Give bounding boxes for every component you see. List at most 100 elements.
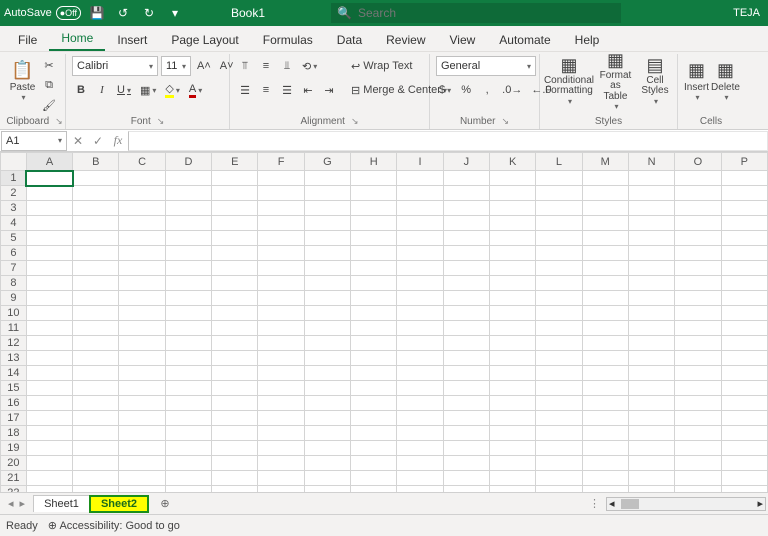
cell[interactable]	[536, 411, 582, 426]
hscroll-thumb[interactable]	[621, 499, 639, 509]
cell[interactable]	[304, 171, 350, 186]
tab-insert[interactable]: Insert	[105, 29, 159, 51]
cell[interactable]	[582, 291, 628, 306]
cell[interactable]	[536, 171, 582, 186]
cell[interactable]	[397, 396, 443, 411]
cell[interactable]	[536, 471, 582, 486]
cell[interactable]	[675, 426, 721, 441]
cell[interactable]	[304, 276, 350, 291]
sheet-nav-next-icon[interactable]: ▸	[20, 497, 26, 510]
cell[interactable]	[443, 336, 489, 351]
number-format-select[interactable]: General	[436, 56, 536, 76]
sheet-tab-1[interactable]: Sheet1	[33, 495, 90, 512]
comma-format-button[interactable]: ,	[478, 80, 496, 100]
cell[interactable]	[304, 411, 350, 426]
cell[interactable]	[443, 381, 489, 396]
cell[interactable]	[165, 441, 211, 456]
cell[interactable]	[443, 426, 489, 441]
cell[interactable]	[582, 396, 628, 411]
cell[interactable]	[258, 231, 304, 246]
user-name[interactable]: TEJA	[733, 7, 764, 19]
col-header[interactable]: I	[397, 153, 443, 171]
cell[interactable]	[26, 441, 72, 456]
col-header[interactable]: E	[212, 153, 258, 171]
row-header[interactable]: 12	[1, 336, 27, 351]
cell[interactable]	[397, 321, 443, 336]
conditional-formatting-button[interactable]: ▦Conditional Formatting	[546, 56, 592, 106]
cell[interactable]	[628, 276, 674, 291]
cell[interactable]	[212, 381, 258, 396]
col-header[interactable]: J	[443, 153, 489, 171]
cell[interactable]	[443, 231, 489, 246]
cell[interactable]	[628, 456, 674, 471]
cell[interactable]	[258, 411, 304, 426]
qat-dropdown-icon[interactable]: ▾	[165, 6, 185, 20]
sheet-nav[interactable]: ◂▸	[0, 497, 33, 510]
cell[interactable]	[397, 276, 443, 291]
col-header[interactable]: C	[119, 153, 165, 171]
cell[interactable]	[26, 351, 72, 366]
cell[interactable]	[26, 276, 72, 291]
cell[interactable]	[258, 336, 304, 351]
col-header[interactable]: L	[536, 153, 582, 171]
tab-help[interactable]: Help	[563, 29, 612, 51]
align-top-icon[interactable]: ⫪	[236, 56, 254, 76]
cell[interactable]	[628, 171, 674, 186]
cell[interactable]	[165, 201, 211, 216]
cell[interactable]	[489, 366, 535, 381]
cell[interactable]	[489, 216, 535, 231]
row-header[interactable]: 7	[1, 261, 27, 276]
cell[interactable]	[26, 486, 72, 493]
cell[interactable]	[397, 381, 443, 396]
cell[interactable]	[628, 231, 674, 246]
cell[interactable]	[351, 186, 397, 201]
cell[interactable]	[351, 246, 397, 261]
cell[interactable]	[212, 486, 258, 493]
row-header[interactable]: 9	[1, 291, 27, 306]
cell[interactable]	[721, 216, 767, 231]
tab-automate[interactable]: Automate	[487, 29, 562, 51]
cell[interactable]	[165, 246, 211, 261]
undo-icon[interactable]: ↺	[113, 6, 133, 20]
tab-pagelayout[interactable]: Page Layout	[159, 29, 250, 51]
fill-color-button[interactable]: ◇	[162, 80, 182, 100]
format-painter-button[interactable]: 🖌	[39, 96, 59, 114]
row-header[interactable]: 16	[1, 396, 27, 411]
tab-formulas[interactable]: Formulas	[251, 29, 325, 51]
cell[interactable]	[721, 186, 767, 201]
cell[interactable]	[73, 186, 119, 201]
cell[interactable]	[73, 291, 119, 306]
search-box[interactable]: 🔍	[331, 3, 621, 23]
fx-icon[interactable]: fx	[108, 133, 128, 148]
cell[interactable]	[351, 231, 397, 246]
cell[interactable]	[721, 486, 767, 493]
cell[interactable]	[26, 426, 72, 441]
cell[interactable]	[304, 246, 350, 261]
cell[interactable]	[165, 261, 211, 276]
cell[interactable]	[351, 306, 397, 321]
cell[interactable]	[351, 171, 397, 186]
cell[interactable]	[73, 396, 119, 411]
font-color-button[interactable]: A	[186, 80, 205, 100]
align-right-icon[interactable]: ☰	[278, 80, 296, 100]
cell[interactable]	[351, 351, 397, 366]
cell[interactable]	[351, 456, 397, 471]
cell[interactable]	[582, 321, 628, 336]
alignment-launcher-icon[interactable]: ↘	[351, 116, 359, 127]
cell[interactable]	[397, 471, 443, 486]
cell[interactable]	[582, 411, 628, 426]
cell[interactable]	[304, 441, 350, 456]
row-header[interactable]: 17	[1, 411, 27, 426]
cell[interactable]	[26, 471, 72, 486]
tab-view[interactable]: View	[438, 29, 488, 51]
cell[interactable]	[489, 336, 535, 351]
cell[interactable]	[721, 351, 767, 366]
cell[interactable]	[489, 456, 535, 471]
cell[interactable]	[397, 201, 443, 216]
cell[interactable]	[258, 441, 304, 456]
cell[interactable]	[582, 336, 628, 351]
cell[interactable]	[628, 291, 674, 306]
col-header[interactable]: N	[628, 153, 674, 171]
cell[interactable]	[675, 186, 721, 201]
decrease-indent-icon[interactable]: ⇤	[299, 80, 317, 100]
